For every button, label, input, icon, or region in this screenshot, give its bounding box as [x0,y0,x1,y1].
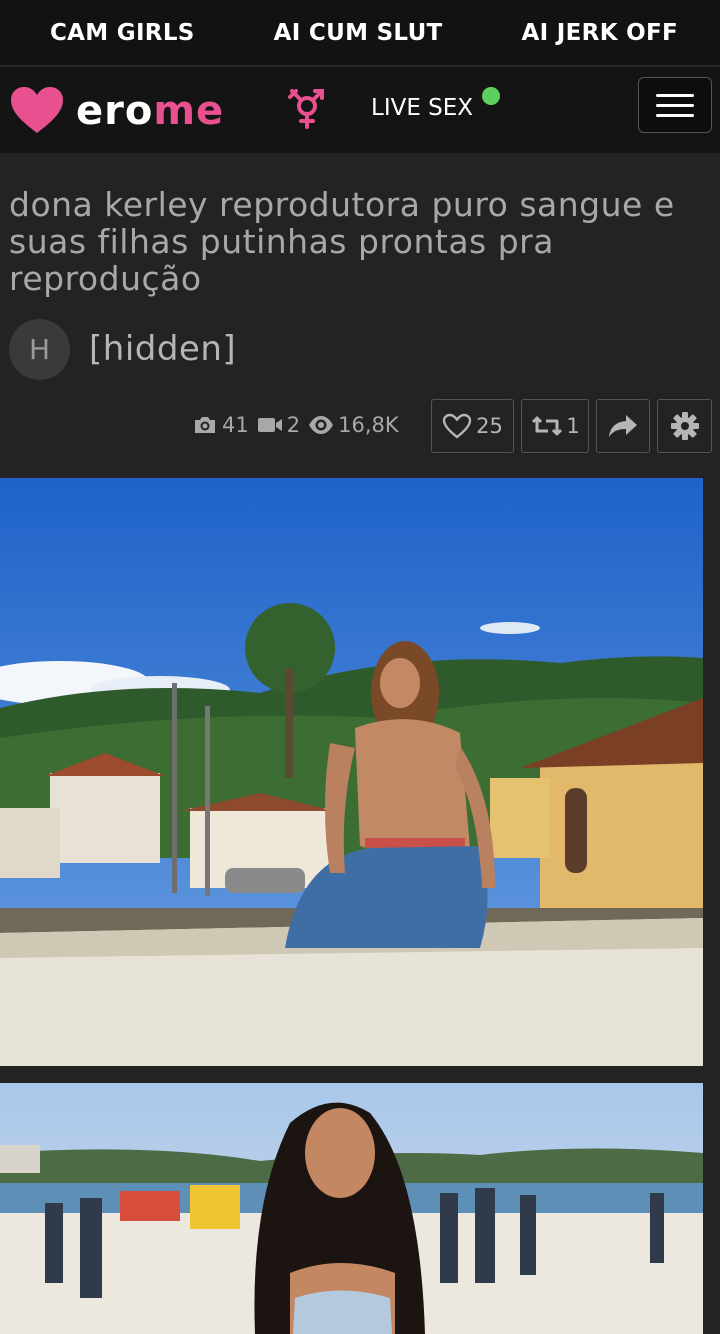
album-stats: 41 2 16,8K [192,412,407,438]
live-sex-link[interactable]: LIVE SEX [371,95,473,121]
gender-icon[interactable] [286,87,328,131]
avatar-initial: H [28,333,51,366]
logo-text: erome [76,88,225,134]
gear-icon [670,412,699,440]
live-status-dot [482,87,500,105]
settings-button[interactable] [657,399,712,453]
like-count: 25 [476,414,503,438]
repost-button[interactable]: 1 [521,399,589,453]
promo-bar: CAM GIRLS AI CUM SLUT AI JERK OFF [0,0,720,66]
avatar[interactable]: H [9,319,70,380]
share-button[interactable] [596,399,650,453]
photo-scene-town [0,478,703,1066]
photo-scene-beach [0,1083,703,1334]
navbar: erome LIVE SEX [0,67,720,153]
view-count: 16,8K [338,413,399,437]
eye-icon [309,416,334,434]
heart-icon [442,413,472,439]
promo-link-cam-girls[interactable]: CAM GIRLS [50,20,195,46]
username-link[interactable]: [hidden] [89,329,236,369]
promo-link-ai-jerk-off[interactable]: AI JERK OFF [522,20,678,46]
like-button[interactable]: 25 [431,399,514,453]
share-arrow-icon [609,415,637,437]
video-camera-icon [257,418,282,432]
site-logo[interactable]: erome [10,87,224,135]
album-photo[interactable] [0,478,703,1066]
promo-link-ai-cum-slut[interactable]: AI CUM SLUT [274,20,443,46]
album-photo[interactable] [0,1083,703,1334]
hamburger-menu-button[interactable] [638,77,712,133]
photo-count: 41 [222,413,249,437]
video-count: 2 [286,413,301,437]
camera-icon [195,417,215,433]
heart-logo-icon [11,87,63,133]
repost-count: 1 [566,414,580,438]
retweet-icon [532,416,563,436]
album-title: dona kerley reprodutora puro sangue e su… [9,185,675,298]
